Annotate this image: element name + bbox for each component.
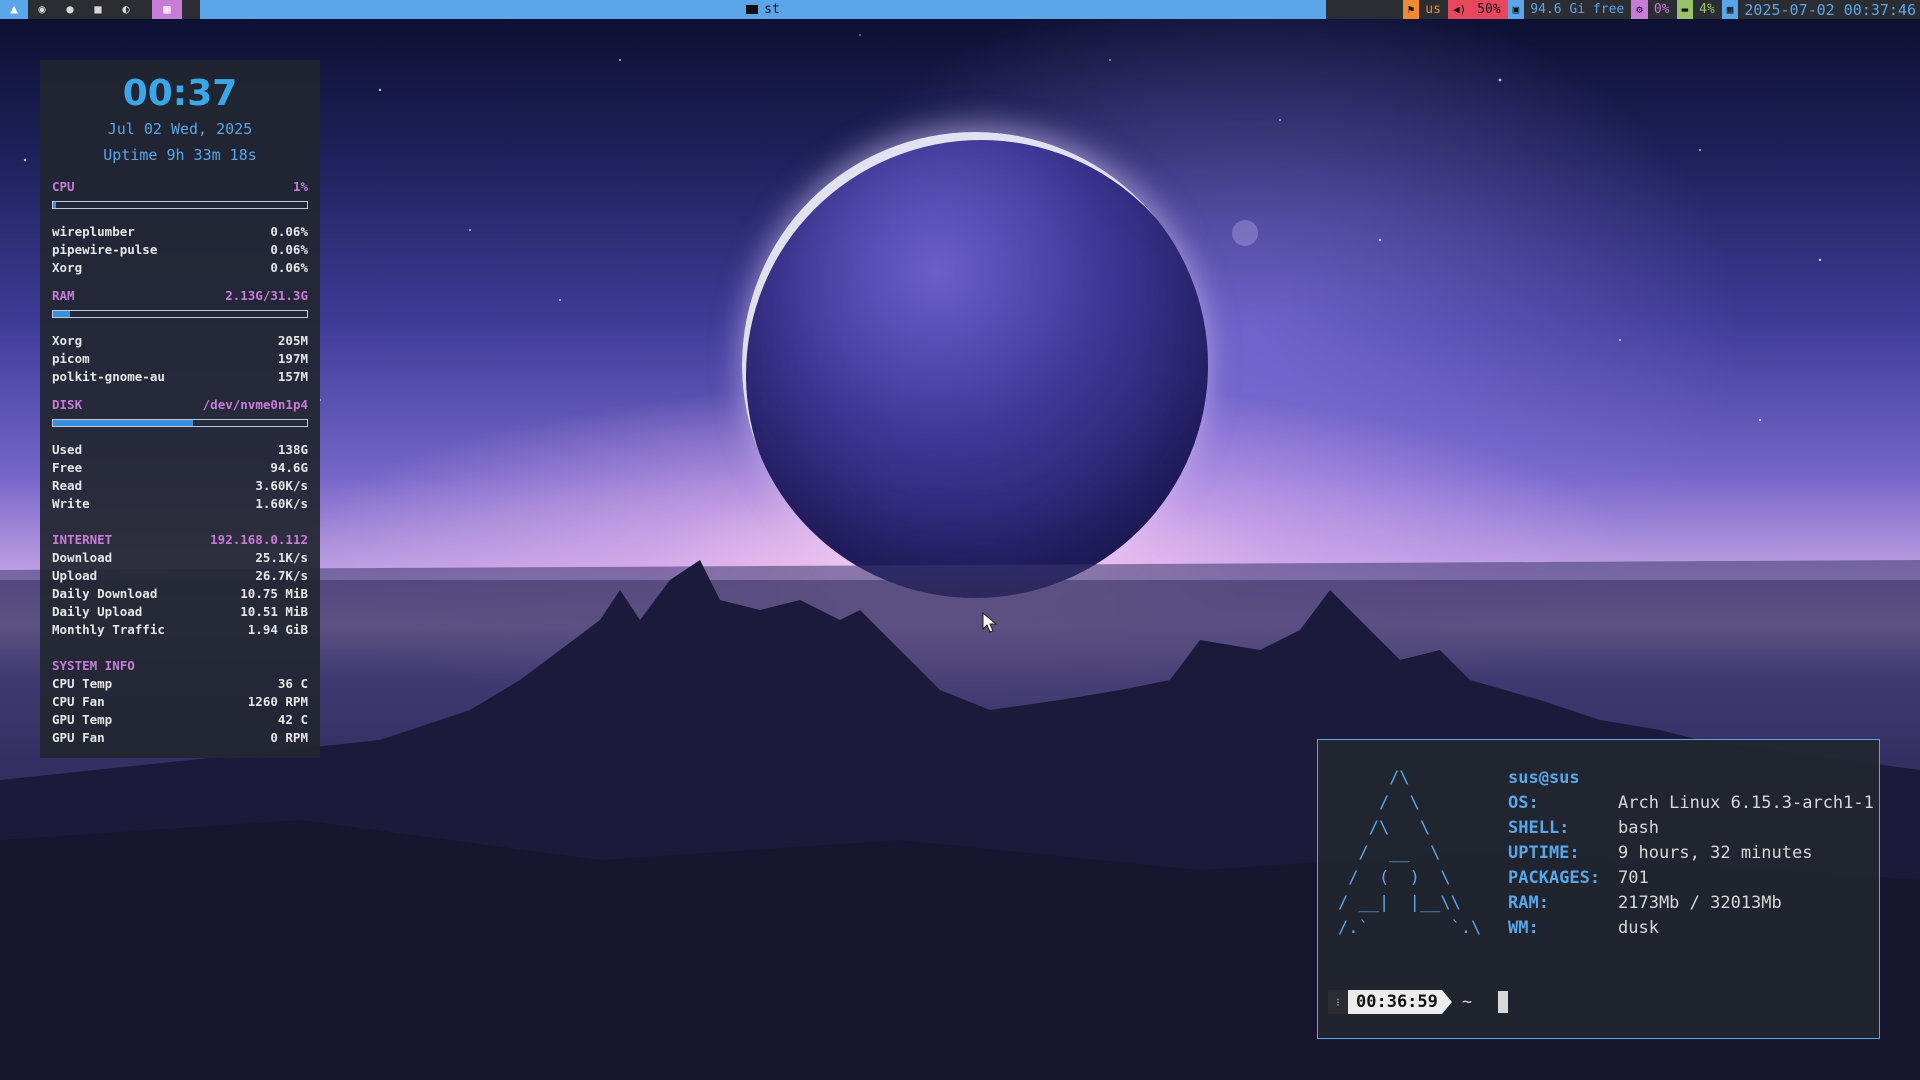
disk-stat-row: Write 1.60K/s: [52, 496, 308, 511]
disk-text: 94.6 Gi free: [1524, 0, 1632, 19]
speaker-icon: ◀): [1447, 0, 1472, 19]
disk-stat-row: Read 3.60K/s: [52, 478, 308, 493]
cpu-module[interactable]: ⚙ 0%: [1631, 0, 1677, 19]
keyboard-layout-text: us: [1419, 0, 1448, 19]
disk-stat-row: Free 94.6G: [52, 460, 308, 475]
sensor-row: GPU Temp 42 C: [52, 712, 308, 727]
text-cursor[interactable]: [1498, 991, 1509, 1013]
arch-logo-icon[interactable]: ▲: [0, 0, 28, 19]
keyboard-layout-module[interactable]: ⚑ us: [1402, 0, 1448, 19]
moon-graphic: [1232, 220, 1258, 246]
flag-icon: ⚑: [1402, 0, 1420, 19]
internet-header: INTERNET 192.168.0.112: [52, 532, 308, 547]
internet-section: INTERNET 192.168.0.112 Download 25.1K/s U…: [40, 531, 320, 639]
terminal-window[interactable]: /\ / \ /\ \ / __ \ / ( ) \ / __| |__\\ /…: [1317, 739, 1880, 1039]
conky-uptime: Uptime 9h 33m 18s: [103, 146, 257, 164]
arch-ascii-art: /\ / \ /\ \ / __ \ / ( ) \ / __| |__\\ /…: [1338, 768, 1482, 938]
cpu-chip-icon: ⚙: [1631, 0, 1648, 19]
process-row: polkit-gnome-au 157M: [52, 369, 308, 384]
memory-icon: ▬: [1676, 0, 1694, 19]
clock-module[interactable]: ▦ 2025-07-02 00:37:46: [1721, 0, 1920, 19]
conky-widget: 00:37 Jul 02 Wed, 2025 Uptime 9h 33m 18s…: [40, 60, 320, 758]
disk-module[interactable]: ▣ 94.6 Gi free: [1507, 0, 1632, 19]
process-row: Xorg 205M: [52, 333, 308, 348]
system-info-section: SYSTEM INFO CPU Temp 36 C CPU Fan 1260 RPM…: [40, 657, 320, 747]
disk-section: DISK /dev/nvme0n1p4 Used 138G Free 94.6G R…: [40, 396, 320, 513]
github-icon[interactable]: ●: [56, 0, 84, 19]
status-modules: ⚑ us ◀) 50% ▣ 94.6 Gi free ⚙ 0% ▬ 4% ▦ 2…: [1326, 0, 1920, 19]
chrome-icon[interactable]: ◉: [28, 0, 56, 19]
mouse-cursor: [982, 612, 998, 633]
cpu-usage-bar: [52, 201, 308, 209]
top-bar: ▲ ◉ ● ■ ◐ ▦ st ⚑ us ◀) 50% ▣ 94.6 Gi fre…: [0, 0, 1920, 19]
prompt-directory: ~: [1461, 992, 1473, 1012]
disk-usage-bar: [52, 419, 308, 427]
memory-module[interactable]: ▬ 4%: [1676, 0, 1722, 19]
workspace-tags: ◉ ● ■ ◐ ▦: [28, 0, 200, 19]
process-row: wireplumber 0.06%: [52, 224, 308, 239]
fetch-line: RAM: 2173Mb / 32013Mb: [1508, 893, 1782, 913]
network-stat-row: Daily Upload 10.51 MiB: [52, 604, 308, 619]
memory-text: 4%: [1693, 0, 1722, 19]
fetch-line: OS: Arch Linux 6.15.3-arch1-1: [1508, 793, 1874, 813]
table-icon[interactable]: ▦: [152, 0, 182, 19]
network-stat-row: Monthly Traffic 1.94 GiB: [52, 622, 308, 637]
folder-icon[interactable]: ■: [84, 0, 112, 19]
fetch-line: UPTIME: 9 hours, 32 minutes: [1508, 843, 1813, 863]
prompt-arrow-icon: [1441, 990, 1452, 1014]
fetch-line: PACKAGES: 701: [1508, 868, 1649, 888]
system-info-header: SYSTEM INFO: [52, 658, 135, 673]
calendar-icon: ▦: [1721, 0, 1739, 19]
volume-module[interactable]: ◀) 50%: [1447, 0, 1508, 19]
window-title-area[interactable]: st: [200, 0, 1326, 19]
prompt-time: 00:36:59: [1348, 990, 1442, 1014]
process-row: pipewire-pulse 0.06%: [52, 242, 308, 257]
ram-header: RAM 2.13G/31.3G: [52, 288, 308, 303]
process-row: picom 197M: [52, 351, 308, 366]
disk-header: DISK /dev/nvme0n1p4: [52, 397, 308, 412]
volume-text: 50%: [1471, 0, 1508, 19]
window-title: st: [764, 2, 780, 17]
steam-icon[interactable]: ◐: [112, 0, 140, 19]
process-row: Xorg 0.06%: [52, 260, 308, 275]
datetime-text: 2025-07-02 00:37:46: [1738, 0, 1920, 19]
terminal-icon: [746, 5, 759, 14]
network-stat-row: Daily Download 10.75 MiB: [52, 586, 308, 601]
conky-clock: 00:37: [122, 73, 238, 114]
ram-usage-bar: [52, 310, 308, 318]
cpu-section: CPU 1% wireplumber 0.06% pipewire-pulse 0.…: [40, 178, 320, 277]
sensor-row: GPU Fan 0 RPM: [52, 730, 308, 745]
cpu-text: 0%: [1647, 0, 1677, 19]
sensor-row: CPU Fan 1260 RPM: [52, 694, 308, 709]
disk-stat-row: Used 138G: [52, 442, 308, 457]
fetch-line: WM: dusk: [1508, 918, 1659, 938]
conky-date: Jul 02 Wed, 2025: [107, 120, 253, 138]
disk-icon: ▣: [1507, 0, 1525, 19]
prompt-icon: ⁝: [1328, 990, 1348, 1014]
sensor-row: CPU Temp 36 C: [52, 676, 308, 691]
fetch-info: sus@sus OS: Arch Linux 6.15.3-arch1-1 SHE…: [1508, 766, 1874, 941]
ram-section: RAM 2.13G/31.3G Xorg 205M picom 197M polki…: [40, 287, 320, 386]
user-host: sus@sus: [1508, 768, 1580, 788]
shell-prompt[interactable]: ⁝ 00:36:59 ~: [1328, 990, 1509, 1014]
fetch-user-line: sus@sus: [1508, 766, 1874, 791]
fetch-line: SHELL: bash: [1508, 818, 1659, 838]
planet-graphic: [742, 132, 1208, 598]
network-stat-row: Download 25.1K/s: [52, 550, 308, 565]
network-stat-row: Upload 26.7K/s: [52, 568, 308, 583]
cpu-header: CPU 1%: [52, 179, 308, 194]
